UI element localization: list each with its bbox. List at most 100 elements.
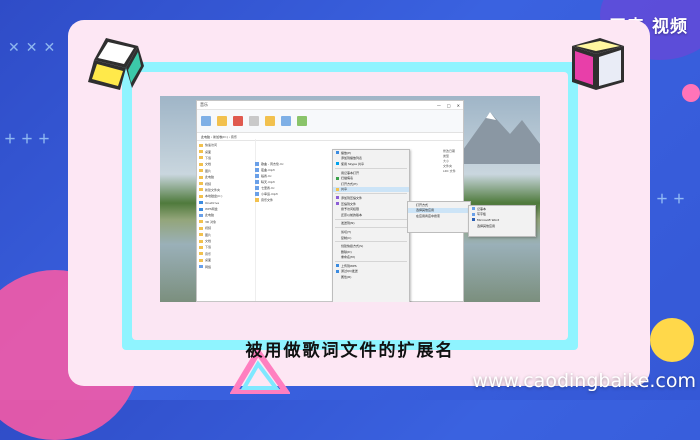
folder-icon [199,233,203,237]
blank-icon [336,222,339,225]
menu-item-label: Microsoft Word [477,217,500,222]
menu-item-label: 选择其他应用 [416,208,435,213]
menu-item-highlighted[interactable]: 共享 [333,186,409,193]
delete-icon[interactable] [233,116,243,126]
menu-item-label: 删除(D) [341,249,352,254]
decor-cross-pattern: ＋＋＋ [4,132,56,146]
submenu-item[interactable]: 在应用商店中搜索 [408,213,470,219]
file-item[interactable]: 小幸运.mp3 [255,191,278,196]
menu-separator [335,193,407,195]
nav-item-label: 文档 [205,162,212,167]
mountain-image [460,112,540,164]
nav-item-label: 快速访问 [205,143,218,148]
menu-item-label: 写字板 [477,212,487,217]
file-name: 稻香.lrc [261,173,272,178]
move-icon[interactable] [217,116,227,126]
menu-item-label: 打开方式(H) [341,181,358,186]
menu-item-label: 在应用商店中搜索 [416,213,441,218]
menu-item-label: 重命名(M) [341,255,355,260]
menu-item-label: 打开方式 [416,202,429,207]
nav-item[interactable]: 网络 [199,263,253,269]
properties-icon[interactable] [281,116,291,126]
detail-value: LRC 文件 [443,169,456,173]
menu-item-label: 授予访问权限 [341,207,360,212]
file-item[interactable]: 夜曲.mp3 [255,167,275,172]
folder-icon [199,162,203,166]
cloud-icon [199,207,203,211]
nav-item-label: 下载 [205,245,212,250]
submenu-item[interactable]: 选择其他应用 [469,223,535,229]
new-folder-icon[interactable] [265,116,275,126]
shield-icon [336,176,339,180]
archive-icon [336,196,339,200]
nav-item-label: WPS网盘 [205,207,218,212]
rename-icon[interactable] [249,116,259,126]
decor-pink-dot [682,84,700,102]
nav-item-label: 此电脑 [205,213,215,218]
window-titlebar: 音乐 — □ ✕ [197,101,463,110]
navigation-pane: 快速访问 桌面 下载 文档 图片 此电脑 视频 新建文件夹 本地磁盘(C:) O… [197,139,256,301]
file-icon [255,191,259,196]
file-icon [255,161,259,166]
website-url: www.caodingbaike.com [472,370,696,392]
folder-icon [199,150,203,154]
nav-item-label: 视频 [205,181,212,186]
menu-item[interactable]: 还原以前的版本 [333,212,409,218]
window-title: 音乐 [200,102,208,107]
file-item[interactable]: 音乐文件 [255,197,273,202]
menu-item-label: 压缩到文件 [341,201,357,206]
blank-icon [336,208,339,211]
menu-item[interactable]: 发送到(N) [333,221,409,227]
network-icon [199,265,203,269]
file-icon [255,173,259,178]
file-name: 七里香.lrc [261,185,275,190]
close-button[interactable]: ✕ [457,103,460,108]
maximize-button[interactable]: □ [447,103,451,108]
menu-item-label: 选择其他应用 [477,223,496,228]
word-icon [472,218,475,222]
file-item[interactable]: 晴天.mp3 [255,179,275,184]
folder-icon [199,258,203,262]
nav-item-label: 文档 [205,239,212,244]
wordpad-icon [472,212,475,216]
menu-item-label: 播放(P) [341,150,352,155]
nav-item-label: 网络 [205,264,212,269]
cube-icon [88,38,144,90]
decor-cross-pattern: ✕✕✕ [8,40,62,56]
menu-item[interactable]: 使用 Skype 共享 [333,161,409,167]
menu-separator [335,167,407,169]
menu-item[interactable]: 属性(R) [333,274,409,280]
file-item[interactable]: 稻香.lrc [255,173,272,178]
menu-item-label: 用记事本打开 [341,170,360,175]
blank-icon [336,276,339,279]
file-item[interactable]: 七里香.lrc [255,185,275,190]
blank-icon [336,171,339,174]
select-icon[interactable] [297,116,307,126]
nav-item-label: 桌面 [205,258,212,263]
file-icon [255,167,259,172]
folder-icon [199,188,203,192]
nav-item-label: 3D 对象 [205,219,217,224]
menu-item[interactable]: 复制(C) [333,235,409,241]
menu-separator [335,241,407,243]
menu-item-label: 属性(R) [341,275,352,280]
folder-icon [199,175,203,179]
blank-icon [336,250,339,253]
file-item[interactable]: 歌曲 - 周杰伦.lrc [255,161,284,166]
menu-item-label: 添加到播放列表 [341,156,363,161]
nav-item-label: OneDrive [205,200,220,205]
menu-item[interactable]: 重命名(M) [333,255,409,261]
menu-item-label: 添加到压缩文件 [341,195,363,200]
blank-icon [336,230,339,233]
menu-item-label: 创建快捷方式(S) [341,244,364,249]
folder-icon [199,226,203,230]
context-menu: 播放(P) 添加到播放列表 使用 Skype 共享 用记事本打开 扫描病毒 打开… [332,149,410,302]
menu-item-label: 发送到(N) [341,221,355,226]
details-column: 修改日期 类型 大小 文件夹 LRC 文件 [443,149,456,174]
qq-icon [336,269,339,273]
folder-icon [199,156,203,160]
folder-icon [199,220,203,224]
minimize-button[interactable]: — [437,103,441,108]
paste-icon[interactable] [201,116,211,126]
notepad-icon [472,207,475,211]
